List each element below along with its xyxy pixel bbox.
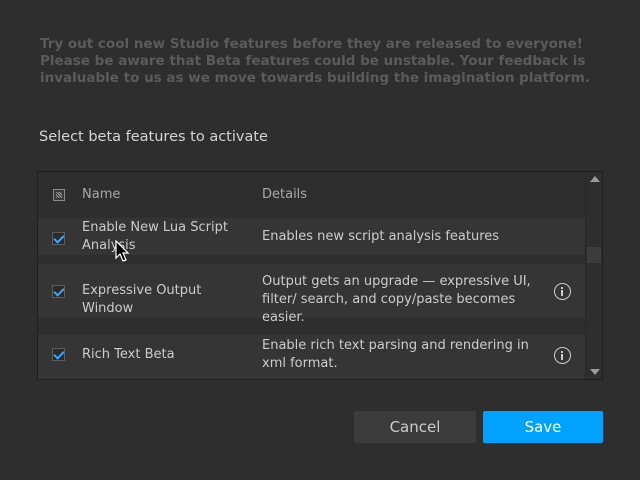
save-button[interactable]: Save [483,411,603,443]
feature-details: Enables new script analysis features [262,229,500,244]
info-icon[interactable] [554,347,571,364]
feature-details: Enable rich text parsing and rendering i… [262,338,529,371]
feature-name: Expressive Output Window [82,283,202,316]
row-checkbox[interactable] [52,232,65,245]
table-header: Name Details [38,172,586,218]
intro-text: Try out cool new Studio features before … [40,36,591,86]
vertical-scrollbar[interactable] [585,172,602,379]
scroll-down-arrow-icon[interactable] [590,369,600,375]
select-label: Select beta features to activate [39,129,268,145]
feature-name: Rich Text Beta [82,347,175,362]
mouse-cursor-icon [115,240,130,262]
column-name-header: Name [82,187,121,202]
beta-features-table: Name Details Enable New Lua Script Analy… [37,171,603,380]
scroll-up-arrow-icon[interactable] [590,176,600,182]
row-checkbox[interactable] [52,348,65,361]
column-details-header: Details [262,187,308,202]
feature-name: Enable New Lua Script Analysis [82,220,228,253]
cancel-button[interactable]: Cancel [354,411,476,443]
table-row: Expressive Output Window Output gets an … [38,264,586,325]
row-checkbox[interactable] [52,285,65,298]
feature-details: Output gets an upgrade — expressive UI, … [262,274,531,325]
select-all-checkbox[interactable] [53,189,65,201]
scroll-thumb[interactable] [587,247,601,263]
info-icon[interactable] [554,283,571,300]
table-row: Rich Text Beta Enable rich text parsing … [38,334,586,379]
